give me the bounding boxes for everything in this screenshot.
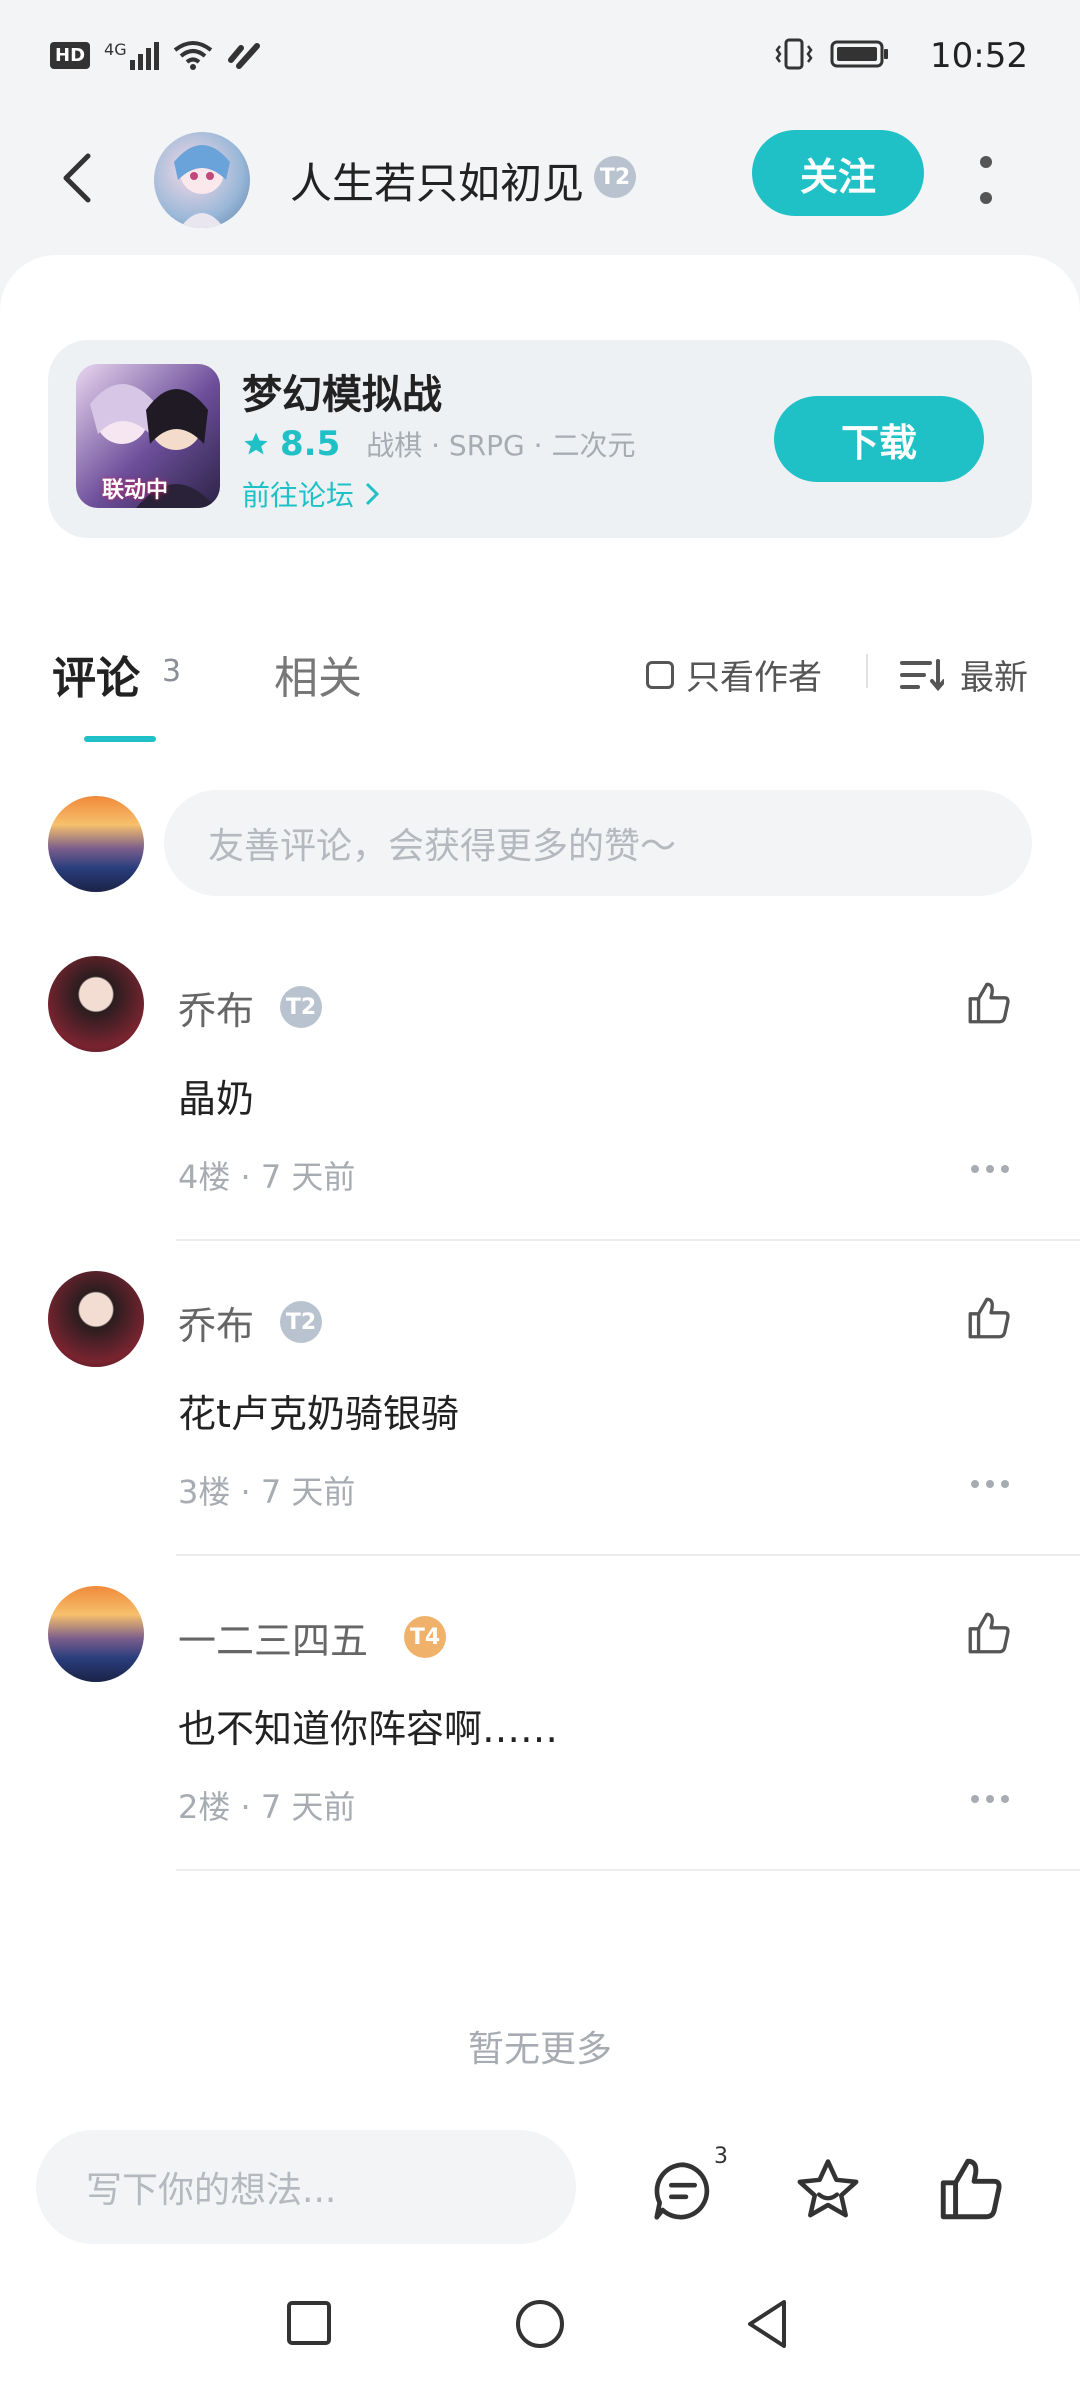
tier-badge: T2 [280,1301,322,1343]
home-icon[interactable] [512,2296,568,2352]
download-button[interactable]: 下载 [774,396,984,482]
comment-item: 乔布 T2 晶奶 4楼 · 7 天前 [0,950,1080,1240]
battery-icon [830,40,888,68]
game-cover-image: 联动中 [76,364,220,508]
commenter-name[interactable]: 乔布 [178,1295,254,1350]
commenter-name[interactable]: 乔布 [178,980,254,1035]
more-horizontal-icon[interactable] [970,1479,1010,1489]
status-left-icons: HD 4G [50,40,261,70]
commenter-avatar[interactable] [48,1586,144,1682]
sort-label: 最新 [960,658,1028,698]
comment-meta: 4楼 · 7 天前 [178,1158,356,1196]
thumbs-up-icon[interactable] [964,1293,1014,1343]
comment-divider [176,1239,1080,1241]
link-icon [227,43,260,69]
comments-button[interactable]: 3 [648,2144,728,2230]
system-nav-bar [0,2270,1080,2388]
tab-active-indicator [84,736,156,742]
thumbs-up-icon[interactable] [964,1608,1014,1658]
comment-text: 花t卢克奶骑银骑 [178,1392,459,1436]
like-thumbs-up-icon[interactable] [934,2152,1008,2226]
comment-divider [176,1869,1080,1871]
author-only-filter[interactable]: 只看作者 [646,650,822,699]
commenter-avatar[interactable] [48,956,144,1052]
comment-meta: 3楼 · 7 天前 [178,1473,356,1511]
commenter-avatar[interactable] [48,1271,144,1367]
chevron-right-icon [365,482,380,506]
author-only-label: 只看作者 [686,658,822,698]
more-horizontal-icon[interactable] [970,1794,1010,1804]
status-time: 10:52 [930,36,1028,76]
comments-count-badge: 3 [714,2144,728,2169]
back-icon[interactable] [742,2296,792,2352]
sort-control[interactable]: 最新 [900,650,1028,699]
commenter-name[interactable]: 一二三四五 [178,1610,368,1665]
author-name: 人生若只如初见 [290,159,585,208]
status-right-icons [774,38,890,70]
more-vertical-icon[interactable] [972,150,1000,210]
my-avatar[interactable] [48,796,144,892]
game-name: 梦幻模拟战 [242,372,442,418]
game-tags: 战棋 · SRPG · 二次元 [366,429,636,462]
follow-button[interactable]: 关注 [752,130,924,216]
tier-badge: T2 [280,986,322,1028]
comment-meta: 2楼 · 7 天前 [178,1788,356,1826]
author-avatar[interactable] [154,132,250,228]
comment-item: 乔布 T2 花t卢克奶骑银骑 3楼 · 7 天前 [0,1265,1080,1555]
filter-divider [866,654,868,688]
reply-input[interactable]: 写下你的想法... [36,2130,576,2244]
comment-input[interactable]: 友善评论，会获得更多的赞～ [164,790,1032,896]
wifi-icon [173,41,212,70]
status-bar: HD 4G 10:52 [0,0,1080,120]
cover-label: 联动中 [102,478,169,503]
star-icon [244,432,268,455]
favorite-star-icon[interactable] [792,2154,864,2226]
no-more-text: 暂无更多 [467,2029,612,2070]
game-rating-row: 8.5 战棋 · SRPG · 二次元 [242,424,635,464]
comment-divider [176,1554,1080,1556]
more-horizontal-icon[interactable] [970,1164,1010,1174]
thumbs-up-icon[interactable] [964,978,1014,1028]
recent-apps-icon[interactable] [284,2298,334,2348]
sort-icon [900,658,944,691]
comment-text: 晶奶 [178,1077,255,1121]
comment-bubble-icon [654,2162,710,2220]
comment-text: 也不知道你阵容啊…… [178,1707,559,1751]
network-type: 4G [104,40,127,59]
tab-related[interactable]: 相关 [274,642,362,706]
checkbox-icon[interactable] [646,660,674,689]
hd-icon: HD [50,41,91,69]
game-rating: 8.5 [280,424,341,464]
signal-icon: 4G [104,40,159,70]
vibrate-icon [775,38,813,70]
tier-badge: T4 [404,1616,446,1658]
forum-link[interactable]: 前往论坛 [242,474,380,514]
tab-comments-count: 3 [162,654,182,689]
tab-comments[interactable]: 评论 [52,642,140,706]
back-arrow-icon[interactable] [58,150,98,206]
forum-link-label: 前往论坛 [242,479,355,512]
tier-badge: T2 [594,156,636,198]
comment-item: 一二三四五 T4 也不知道你阵容啊…… 2楼 · 7 天前 [0,1580,1080,1870]
